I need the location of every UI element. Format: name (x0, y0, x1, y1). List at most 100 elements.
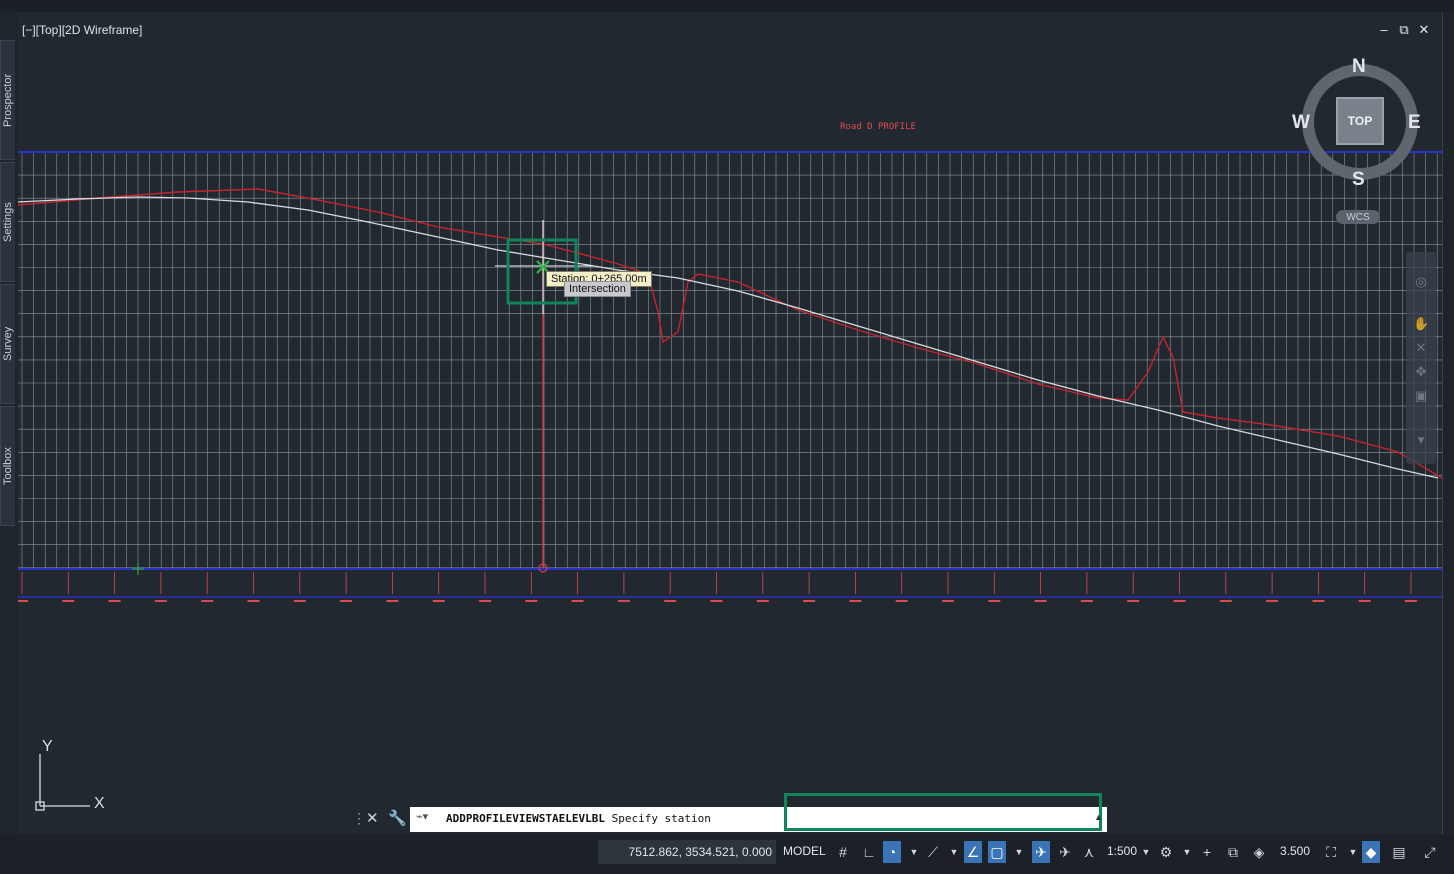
station-label-mark (108, 600, 121, 602)
command-line[interactable]: ⋮ ✕ 🔧 ⌁▾ ADDPROFILEVIEWSTAELEVLBL Specif… (352, 793, 1107, 832)
station-label-mark (1219, 600, 1232, 602)
restore-icon[interactable]: ⧉ (1396, 22, 1412, 38)
snap-tooltip: Intersection (564, 281, 631, 297)
command-name: ADDPROFILEVIEWSTAELEVLBL (446, 812, 605, 825)
scale-menu-chevron-icon[interactable]: ▼ (1137, 841, 1155, 863)
pan-icon[interactable]: ✋ (1413, 316, 1429, 332)
tab-prospector[interactable]: Prospector (0, 40, 15, 160)
command-prompt: ADDPROFILEVIEWSTAELEVLBL Specify station (446, 812, 711, 825)
toolspace-palette: Prospector Settings Survey Toolbox (0, 12, 18, 834)
compass-north[interactable]: N (1352, 56, 1366, 78)
station-label-mark (293, 600, 306, 602)
hardware-accel-icon[interactable]: ◈ (1250, 841, 1268, 863)
quick-properties-icon[interactable]: ◆ (1362, 841, 1380, 863)
minimize-icon[interactable]: – (1376, 22, 1392, 37)
recent-commands-icon[interactable]: ⌁▾ (416, 810, 428, 823)
isodraft-icon[interactable]: ⟋ (924, 841, 942, 863)
workspace-menu-chevron-icon[interactable]: ▼ (1178, 841, 1196, 863)
annotation-value[interactable]: 3.500 (1280, 844, 1310, 858)
station-label-mark (432, 600, 445, 602)
zoom-icon[interactable]: ✕ (1413, 340, 1429, 356)
orbit-icon[interactable]: ✥ (1413, 364, 1429, 380)
tab-prospector-label: Prospector (2, 73, 14, 127)
compass-west[interactable]: W (1292, 112, 1310, 134)
station-label-mark (247, 600, 260, 602)
ucs-x-label: X (94, 795, 105, 812)
station-label-mark (710, 600, 723, 602)
clean-screen-icon[interactable]: ⤢ (1421, 841, 1439, 863)
ucs-icon: Y X (34, 738, 114, 812)
station-label-mark (571, 600, 584, 602)
snap-icon[interactable]: ∟ (860, 841, 878, 863)
profile-title: Road D PROFILE (840, 122, 916, 132)
station-label-mark (942, 600, 954, 602)
viewport-scale-chevron-icon[interactable]: ▼ (1344, 841, 1362, 863)
command-history-arrow-icon[interactable]: ▲ (1094, 812, 1103, 822)
station-label-mark (1127, 600, 1140, 602)
station-label-mark (849, 600, 862, 602)
steering-wheel-icon[interactable]: ◎ (1413, 274, 1429, 290)
osnap-icon[interactable]: ▢ (988, 841, 1006, 863)
profile-view-drawing[interactable]: Road D PROFILE (18, 12, 1442, 834)
gear-icon[interactable]: ⚙ (1157, 841, 1175, 863)
command-prompt-text: Specify station (611, 812, 711, 825)
workspace-icon[interactable]: ▤ (1390, 841, 1408, 863)
tab-settings-label: Settings (2, 202, 14, 242)
annotation-scale-value[interactable]: 1:500 (1107, 844, 1137, 858)
station-label-mark (756, 600, 769, 602)
station-label-mark (895, 600, 908, 602)
polar-icon[interactable]: ◔ (883, 841, 901, 863)
station-label-mark (154, 600, 167, 602)
tab-survey-label: Survey (2, 326, 14, 362)
viewcube-top-face[interactable]: TOP (1336, 97, 1384, 145)
station-label-mark (988, 600, 1001, 602)
station-label-mark (62, 600, 75, 602)
coordinate-readout[interactable]: 7512.862, 3534.521, 0.000 (598, 840, 776, 864)
isolate-icon[interactable]: ⧉ (1224, 841, 1242, 863)
station-label-mark (340, 600, 353, 602)
tab-survey[interactable]: Survey (0, 284, 15, 404)
otrack-icon[interactable]: ∠ (964, 841, 982, 863)
station-label-mark (803, 600, 816, 602)
viewcube[interactable]: N S E W TOP (1290, 56, 1430, 196)
tab-toolbox-label: Toolbox (2, 447, 14, 485)
station-label-mark (479, 600, 491, 602)
station-label-mark (1034, 600, 1047, 602)
wcs-menu[interactable]: WCS (1336, 210, 1380, 224)
origin-plus (132, 563, 144, 575)
drawing-viewport[interactable]: Road D PROFILE [−][Top][2D Wireframe] – … (18, 12, 1442, 834)
autoscale-icon[interactable]: ✈ (1056, 841, 1074, 863)
profile-grid (18, 151, 1442, 569)
annotation-scale-icon[interactable]: ⋏ (1080, 841, 1098, 863)
showmotion-icon[interactable]: ▣ (1413, 388, 1429, 404)
viewport-controls-label[interactable]: [−][Top][2D Wireframe] (22, 23, 142, 37)
customize-wrench-icon[interactable]: 🔧 (388, 809, 407, 827)
grid-icon[interactable]: # (834, 841, 852, 863)
command-line-grip-icon[interactable]: ⋮ (352, 810, 366, 830)
station-label-mark (1312, 600, 1325, 602)
compass-east[interactable]: E (1408, 112, 1421, 134)
navigation-bar[interactable]: ◎ ✋ ✕ ✥ ▣ ▾ (1406, 252, 1436, 464)
annotation-visibility-icon[interactable]: ✈ (1032, 841, 1050, 863)
right-side-strip (1442, 12, 1454, 834)
navbar-menu-icon[interactable]: ▾ (1413, 432, 1429, 448)
command-input-field[interactable]: ⌁▾ ADDPROFILEVIEWSTAELEVLBL Specify stat… (410, 793, 1107, 832)
model-space-toggle[interactable]: MODEL (783, 844, 826, 858)
viewport-scale-icon[interactable]: ⛶ (1322, 841, 1340, 863)
tab-settings[interactable]: Settings (0, 162, 15, 282)
compass-south[interactable]: S (1352, 169, 1365, 191)
station-label-mark (18, 600, 28, 602)
polar-menu-chevron-icon[interactable]: ▼ (905, 841, 923, 863)
station-label-mark (386, 600, 399, 602)
station-label-mark (1173, 600, 1186, 602)
tab-toolbox[interactable]: Toolbox (0, 406, 15, 526)
station-label-mark (201, 600, 214, 602)
close-icon[interactable]: ✕ (1416, 22, 1432, 38)
station-label-mark (1358, 600, 1371, 602)
osnap-menu-chevron-icon[interactable]: ▼ (1010, 841, 1028, 863)
command-close-icon[interactable]: ✕ (366, 809, 379, 827)
plus-icon[interactable]: + (1198, 841, 1216, 863)
isodraft-menu-chevron-icon[interactable]: ▼ (945, 841, 963, 863)
status-bar: 7512.862, 3534.521, 0.000 MODEL # ∟ ◔ ▼ … (0, 834, 1454, 874)
station-label-mark (1266, 600, 1279, 602)
